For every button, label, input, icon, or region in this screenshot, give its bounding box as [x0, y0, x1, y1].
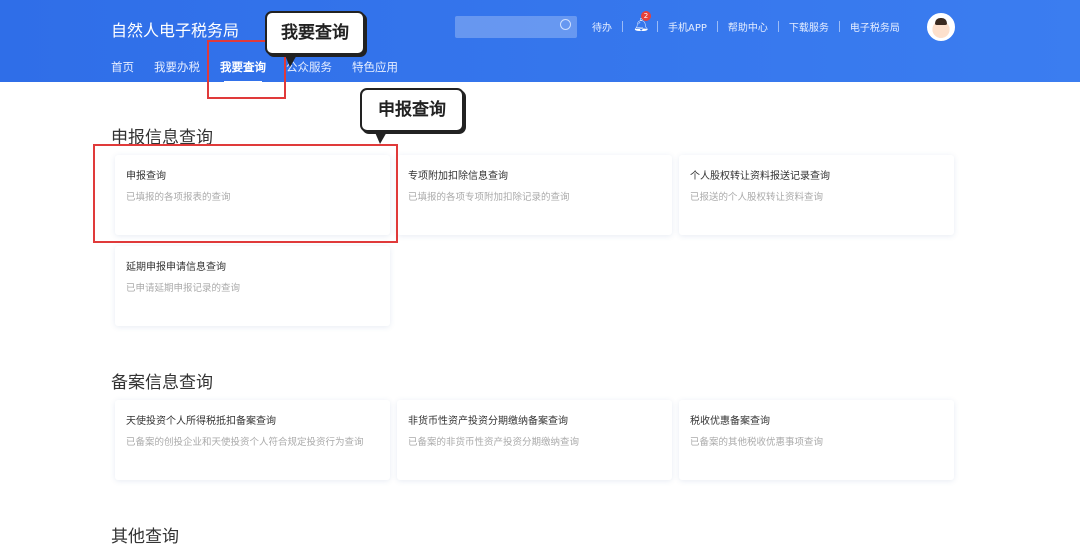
section-title-other: 其他查询 [111, 527, 179, 547]
card-title: 天使投资个人所得税抵扣备案查询 [126, 416, 276, 427]
divider [838, 20, 840, 32]
nav-tax-handling[interactable]: 我要办税 [154, 59, 200, 75]
callout-nav-query: 我要查询 [265, 11, 365, 55]
card-title: 税收优惠备案查询 [690, 416, 770, 427]
notification-badge: 2 [641, 11, 651, 21]
card-deferred-declaration-query[interactable]: 延期申报申请信息查询已申请延期申报记录的查询 [115, 246, 390, 326]
bell-icon[interactable]: 🔔︎ 2 [633, 11, 651, 34]
card-desc: 已备案的非货币性资产投资分期缴纳查询 [408, 437, 580, 448]
mobile-app-link[interactable]: 手机APP [668, 19, 707, 34]
card-title: 个人股权转让资料报送记录查询 [690, 171, 830, 182]
nav-home[interactable]: 首页 [111, 59, 134, 75]
card-desc: 已报送的个人股权转让资料查询 [690, 192, 824, 203]
divider [657, 20, 658, 32]
highlight-box-card [93, 144, 398, 243]
card-title: 非货币性资产投资分期缴纳备案查询 [408, 416, 568, 427]
card-desc: 已备案的其他税收优惠事项查询 [690, 437, 824, 448]
card-desc: 已备案的创投企业和天使投资个人符合规定投资行为查询 [126, 437, 364, 448]
callout-tail [284, 53, 298, 67]
card-desc: 已申请延期申报记录的查询 [126, 283, 241, 294]
help-center-link[interactable]: 帮助中心 [728, 19, 768, 34]
callout-declaration-query: 申报查询 [360, 88, 464, 132]
card-special-deduction-query[interactable]: 专项附加扣除信息查询已填报的各项专项附加扣除记录的查询 [397, 155, 672, 235]
download-link[interactable]: 下载服务 [789, 19, 829, 34]
divider [716, 20, 718, 32]
card-nonmonetary-asset-query[interactable]: 非货币性资产投资分期缴纳备案查询已备案的非货币性资产投资分期缴纳查询 [397, 400, 672, 480]
nav-special-apps[interactable]: 特色应用 [352, 59, 398, 75]
site-title: 自然人电子税务局 [111, 21, 240, 40]
search-input[interactable] [455, 16, 577, 38]
card-equity-transfer-query[interactable]: 个人股权转让资料报送记录查询 已报送的个人股权转让资料查询 [679, 155, 954, 235]
callout-tail [374, 130, 388, 144]
divider [777, 20, 779, 32]
card-title: 专项附加扣除信息查询 [408, 171, 508, 182]
card-tax-incentive-query[interactable]: 税收优惠备案查询已备案的其他税收优惠事项查询 [679, 400, 954, 480]
card-desc: 已填报的各项专项附加扣除记录的查询 [408, 192, 570, 203]
section-title-filing: 备案信息查询 [111, 373, 213, 393]
card-title: 延期申报申请信息查询 [126, 262, 226, 273]
header-tools: 待办 🔔︎ 2 手机APP 帮助中心 下载服务 电子税务局 [592, 11, 900, 34]
search-icon[interactable] [560, 19, 571, 30]
e-tax-bureau-link[interactable]: 电子税务局 [850, 19, 900, 34]
divider [622, 20, 623, 32]
avatar[interactable] [927, 13, 955, 41]
card-angel-investment-query[interactable]: 天使投资个人所得税抵扣备案查询已备案的创投企业和天使投资个人符合规定投资行为查询 [115, 400, 390, 480]
todo-link[interactable]: 待办 [592, 19, 612, 34]
top-header: 自然人电子税务局 首页 我要办税 我要查询 公众服务 特色应用 待办 🔔︎ 2 手… [0, 0, 1080, 83]
